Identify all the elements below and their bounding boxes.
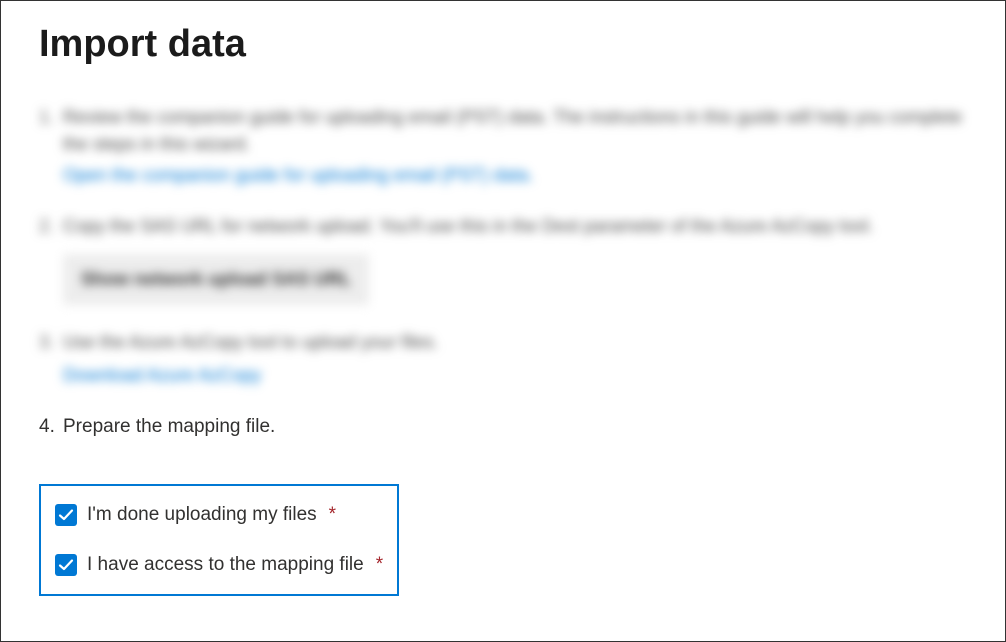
done-uploading-label: I'm done uploading my files (87, 504, 317, 526)
page-title: Import data (39, 23, 967, 66)
done-uploading-checkbox[interactable] (55, 504, 77, 526)
required-indicator: * (329, 504, 336, 526)
step-2: Copy the SAS URL for network upload. You… (39, 213, 967, 305)
required-indicator: * (376, 554, 383, 576)
import-data-panel: Import data Review the companion guide f… (0, 0, 1006, 642)
checkmark-icon (58, 507, 74, 523)
done-uploading-row: I'm done uploading my files * (55, 504, 383, 526)
step-3: Use the Azure AzCopy tool to upload your… (39, 329, 967, 389)
confirmation-checkbox-group: I'm done uploading my files * I have acc… (39, 484, 399, 596)
mapping-access-checkbox[interactable] (55, 554, 77, 576)
companion-guide-link[interactable]: Open the companion guide for uploading e… (63, 162, 967, 189)
step-4-text: Prepare the mapping file. (63, 416, 275, 437)
step-1-text: Review the companion guide for uploading… (63, 107, 962, 154)
mapping-access-label: I have access to the mapping file (87, 554, 364, 576)
step-2-text: Copy the SAS URL for network upload. You… (63, 216, 873, 236)
mapping-access-row: I have access to the mapping file * (55, 554, 383, 576)
step-4: Prepare the mapping file. (39, 413, 967, 442)
checkmark-icon (58, 557, 74, 573)
show-sas-url-button[interactable]: Show network upload SAS URL (63, 254, 369, 305)
step-1: Review the companion guide for uploading… (39, 104, 967, 189)
steps-list: Review the companion guide for uploading… (39, 104, 967, 442)
download-azcopy-link[interactable]: Download Azure AzCopy (63, 362, 967, 389)
step-3-text: Use the Azure AzCopy tool to upload your… (63, 332, 438, 352)
